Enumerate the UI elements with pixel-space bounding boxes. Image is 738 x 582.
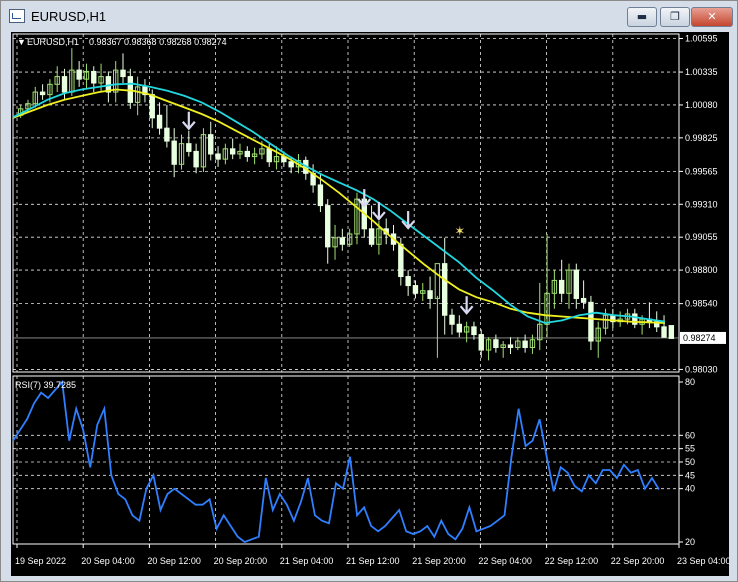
price-label: 0.99055 xyxy=(685,232,718,242)
candle-bear xyxy=(456,323,463,333)
candle-bear xyxy=(186,143,192,152)
candle-bear xyxy=(471,326,477,336)
rsi-line xyxy=(12,379,660,544)
candle-bear xyxy=(507,344,514,348)
price-label: 0.99825 xyxy=(685,133,718,143)
rsi-level-label: 20 xyxy=(685,537,695,547)
rsi-pane-border xyxy=(12,375,680,545)
signal-arrow-down-icon xyxy=(401,211,415,230)
candle-bull xyxy=(434,263,441,299)
time-label: 22 Sep 12:00 xyxy=(545,556,599,566)
price-label: 0.98030 xyxy=(685,364,718,374)
time-label: 20 Sep 20:00 xyxy=(214,556,268,566)
close-button[interactable]: ✕ xyxy=(691,7,733,27)
candle-bear xyxy=(215,153,221,160)
time-label: 22 Sep 20:00 xyxy=(611,556,665,566)
candle-bear xyxy=(558,279,565,294)
candle-bear xyxy=(120,69,126,78)
price-chart-svg[interactable]: ✶ 19 Sep 2022 20 Sep 04:00 20 Sep 12:00 20 … xyxy=(11,32,731,576)
time-label: 21 Sep 04:00 xyxy=(280,556,334,566)
candle-bear xyxy=(229,148,236,155)
candle-bear xyxy=(427,290,433,299)
candle-bear xyxy=(76,69,82,80)
candle-bear xyxy=(668,325,675,339)
chart-window-icon xyxy=(9,9,25,23)
time-label: 19 Sep 2022 xyxy=(15,556,66,566)
candle-bear xyxy=(317,184,324,207)
rsi-level-label: 80 xyxy=(685,377,695,387)
candle-bear xyxy=(493,339,499,348)
candle-bear xyxy=(405,276,411,287)
time-label: 23 Sep 04:00 xyxy=(677,556,729,566)
candle-bear xyxy=(661,326,667,338)
candle-bear xyxy=(149,94,155,119)
candle-bear xyxy=(368,228,375,245)
window-title: EURUSD,H1 xyxy=(31,9,107,24)
price-label: 1.00080 xyxy=(685,100,718,110)
candle-bear xyxy=(91,70,97,84)
candle-bear xyxy=(266,148,272,163)
price-label: 0.99310 xyxy=(685,199,718,209)
rsi-level-label: 55 xyxy=(685,444,695,454)
candle-bear xyxy=(61,76,68,93)
rsi-label: RSI(7) 39.7285 xyxy=(15,380,76,390)
minimize-icon: ▬ xyxy=(636,10,648,23)
candle-bear xyxy=(127,76,134,103)
candle-bear xyxy=(573,269,579,299)
chart-symbol: EURUSD,H1 xyxy=(27,37,79,47)
time-label: 22 Sep 04:00 xyxy=(478,556,532,566)
time-label: 21 Sep 20:00 xyxy=(412,556,466,566)
candle-bear xyxy=(522,340,528,348)
candle-bear xyxy=(442,263,448,316)
rsi-level-label: 40 xyxy=(685,484,695,494)
chart-ohlc: 0.98367 0.98368 0.98268 0.98274 xyxy=(89,37,227,47)
candle-bear xyxy=(339,237,346,245)
candle-bear xyxy=(588,301,594,342)
time-label: 20 Sep 04:00 xyxy=(81,556,135,566)
signal-arrow-down-icon xyxy=(459,296,474,315)
candle-bear xyxy=(412,285,419,294)
time-label: 20 Sep 12:00 xyxy=(147,556,201,566)
candle-bear xyxy=(208,134,214,155)
current-price-label: 0.98274 xyxy=(683,333,716,343)
candle-bear xyxy=(244,150,251,158)
price-label: 1.00595 xyxy=(685,34,718,44)
candle-bear xyxy=(325,205,331,248)
minimize-button[interactable]: ▬ xyxy=(627,7,657,27)
candle-bear xyxy=(193,150,199,168)
candle-bear xyxy=(398,243,404,278)
candle-bear xyxy=(449,314,455,325)
candle-bear xyxy=(164,127,170,142)
chart-area[interactable]: ✶ 19 Sep 2022 20 Sep 04:00 20 Sep 12:00 20 … xyxy=(11,32,731,576)
rsi-level-label: 60 xyxy=(685,430,695,440)
title-bar[interactable]: EURUSD,H1 ▬ ❐ ✕ xyxy=(1,1,737,31)
price-label: 0.98540 xyxy=(685,299,718,309)
signal-arrow-down-icon xyxy=(181,111,196,131)
candle-bear xyxy=(171,140,177,165)
chart-collapse-icon[interactable]: ▼ xyxy=(17,37,26,47)
candle-bear xyxy=(478,334,484,351)
candle-bear xyxy=(156,114,163,129)
price-label: 1.00335 xyxy=(685,67,718,77)
rsi-level-label: 50 xyxy=(685,457,695,467)
signal-star-icon: ✶ xyxy=(454,223,465,238)
rsi-level-label: 45 xyxy=(685,470,695,480)
time-label: 21 Sep 12:00 xyxy=(346,556,400,566)
price-label: 0.98800 xyxy=(685,265,718,275)
maximize-icon: ❐ xyxy=(670,10,680,23)
candle-bear xyxy=(580,297,587,303)
price-label: 0.99565 xyxy=(685,166,718,176)
candle-bear xyxy=(39,91,46,96)
terminal-chart-window: EURUSD,H1 ▬ ❐ ✕ ✶ 19 Sep 2022 20 Sep 04:0… xyxy=(0,0,738,582)
candle-bear xyxy=(288,161,294,168)
close-icon: ✕ xyxy=(707,10,717,23)
maximize-button[interactable]: ❐ xyxy=(660,7,690,27)
